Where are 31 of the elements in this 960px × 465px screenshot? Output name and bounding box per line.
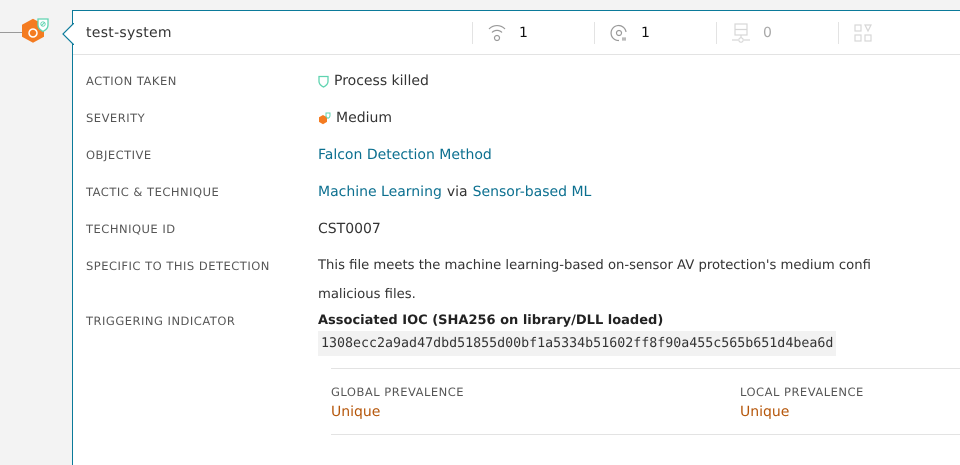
count-text: 0 xyxy=(763,24,772,40)
server-icon xyxy=(731,22,751,42)
action-value: Process killed xyxy=(318,69,429,93)
connector-text: via xyxy=(446,183,468,202)
objective-link[interactable]: Falcon Detection Method xyxy=(318,143,492,167)
technique-link[interactable]: Machine Learning xyxy=(318,180,442,204)
prevalence-value: Unique xyxy=(331,404,380,420)
technique-link[interactable]: Sensor-based ML xyxy=(472,180,592,204)
field-label: ACTION TAKEN xyxy=(86,73,178,90)
ioc-title: Associated IOC (SHA256 on library/DLL loaded) xyxy=(318,313,664,328)
field-label: TACTIC & TECHNIQUE xyxy=(86,184,220,201)
wifi-icon xyxy=(487,22,507,42)
prevalence-label: LOCAL PREVALENCE xyxy=(740,385,864,399)
detection-description: This file meets the machine learning-based on-sensor AV protection's medium confi malicious files. xyxy=(318,257,871,304)
count-text: 1 xyxy=(641,24,650,40)
prevalence-value: Unique xyxy=(740,404,790,420)
field-label: SPECIFIC TO THIS DETECTION xyxy=(86,258,271,275)
field-label: TECHNIQUE ID xyxy=(86,221,177,238)
severity-value: Medium xyxy=(318,106,392,130)
hash-value: 1308ecc2a9ad47dbd51855d00bf1a5334b51602ff8f90a455c565b651d4bea6d xyxy=(318,331,836,356)
shield-icon xyxy=(318,74,329,88)
prevalence-label: GLOBAL PREVALENCE xyxy=(331,385,464,399)
technique-id: CST0007 xyxy=(318,220,381,239)
field-label: OBJECTIVE xyxy=(86,147,153,164)
panel-title: test-system xyxy=(85,24,173,40)
hexagon-icon xyxy=(318,112,331,124)
field-label: TRIGGERING INDICATOR xyxy=(86,313,236,330)
disc-icon xyxy=(609,22,629,42)
field-label: SEVERITY xyxy=(86,110,146,127)
grid-icon xyxy=(853,22,873,42)
count-text: 1 xyxy=(519,24,528,40)
